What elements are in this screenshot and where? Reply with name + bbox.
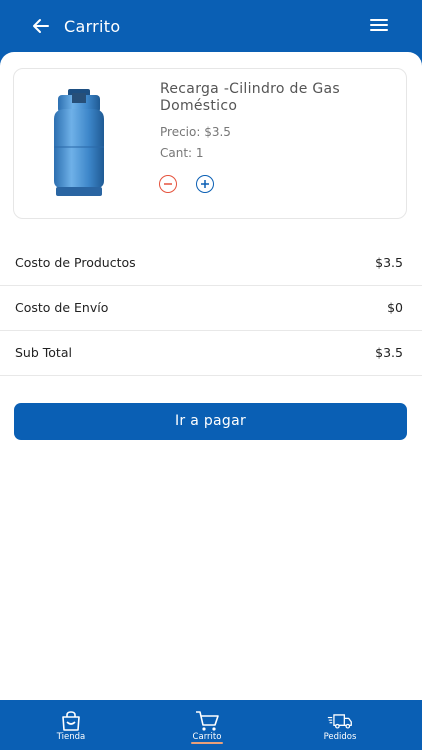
nav-item-pedidos[interactable]: Pedidos bbox=[305, 708, 375, 748]
nav-label: Pedidos bbox=[323, 732, 357, 742]
summary-value: $3.5 bbox=[375, 345, 403, 360]
page-title: Carrito bbox=[64, 17, 121, 36]
main-content: Recarga -Cilindro de Gas Doméstico Preci… bbox=[0, 52, 422, 700]
decrease-quantity-button[interactable] bbox=[159, 175, 177, 193]
increase-quantity-button[interactable] bbox=[196, 175, 214, 193]
cart-icon bbox=[196, 711, 219, 731]
summary-label: Costo de Envío bbox=[15, 300, 109, 315]
summary-row-products: Costo de Productos $3.5 bbox=[0, 241, 422, 286]
summary-label: Costo de Productos bbox=[15, 255, 136, 270]
minus-icon bbox=[164, 183, 172, 185]
pay-button[interactable]: Ir a pagar bbox=[14, 403, 407, 440]
product-name: Recarga -Cilindro de Gas Doméstico bbox=[160, 81, 341, 114]
bottom-navigation: Tienda Carrito Pedidos bbox=[0, 700, 422, 750]
summary-value: $3.5 bbox=[375, 255, 403, 270]
back-button[interactable] bbox=[28, 14, 52, 38]
summary-row-subtotal: Sub Total $3.5 bbox=[0, 331, 422, 376]
nav-label: Carrito bbox=[192, 732, 222, 742]
plus-icon bbox=[201, 180, 209, 188]
menu-icon bbox=[370, 19, 388, 21]
summary-value: $0 bbox=[387, 300, 403, 315]
shopping-bag-icon bbox=[62, 711, 80, 731]
delivery-truck-icon bbox=[327, 714, 352, 729]
summary-row-shipping: Costo de Envío $0 bbox=[0, 286, 422, 331]
nav-label: Tienda bbox=[56, 732, 86, 742]
active-tab-indicator bbox=[191, 742, 223, 744]
product-quantity: Cant: 1 bbox=[160, 146, 204, 160]
arrow-left-icon bbox=[33, 19, 49, 33]
gas-cylinder-image bbox=[54, 89, 104, 196]
menu-button[interactable] bbox=[370, 19, 388, 33]
app-header: Carrito bbox=[0, 0, 422, 60]
summary-label: Sub Total bbox=[15, 345, 72, 360]
nav-item-carrito[interactable]: Carrito bbox=[172, 708, 242, 748]
nav-item-tienda[interactable]: Tienda bbox=[36, 708, 106, 748]
product-price: Precio: $3.5 bbox=[160, 125, 231, 139]
cart-item-card: Recarga -Cilindro de Gas Doméstico Preci… bbox=[13, 68, 407, 219]
